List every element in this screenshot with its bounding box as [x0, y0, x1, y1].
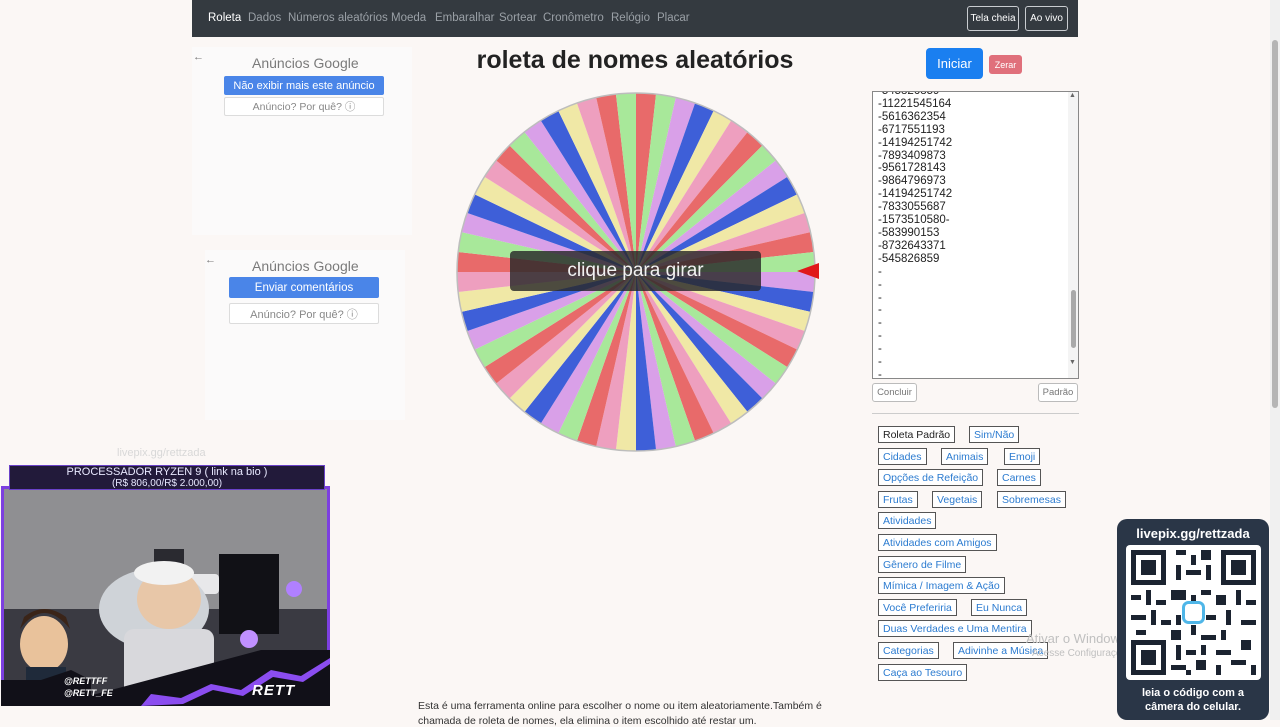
preset-mimica[interactable]: Mímica / Imagem & Ação	[878, 577, 1005, 594]
nav-relogio[interactable]: Relógio	[611, 12, 650, 24]
scroll-down-icon[interactable]: ▼	[1069, 359, 1076, 366]
nav-placar[interactable]: Placar	[657, 12, 690, 24]
qr-code-pattern-icon	[1131, 550, 1256, 675]
stream-handle-1: @RETTFF	[64, 676, 108, 686]
ad-panel-2: ← Anúncios Google Enviar comentários Anú…	[205, 250, 405, 420]
wheel-pointer-icon	[797, 263, 819, 279]
qr-code	[1126, 545, 1261, 680]
nav-embaralhar[interactable]: Embaralhar	[435, 12, 494, 24]
start-button[interactable]: Iniciar	[926, 48, 983, 79]
why-ad-button[interactable]: Anúncio? Por quê? ⓘ	[229, 303, 379, 324]
qr-url: livepix.gg/rettzada	[1136, 526, 1250, 541]
preset-duas-verdades[interactable]: Duas Verdades e Uma Mentira	[878, 620, 1032, 637]
nav-dados[interactable]: Dados	[248, 12, 281, 24]
preset-emoji[interactable]: Emoji	[1004, 448, 1041, 465]
spin-button[interactable]: clique para girar	[510, 251, 761, 291]
preset-sobremesas[interactable]: Sobremesas	[997, 491, 1066, 508]
preset-opcoes-de-refeicao[interactable]: Opções de Refeição	[878, 469, 984, 486]
preset-voce-preferiria[interactable]: Você Preferiria	[878, 599, 957, 616]
send-feedback-button[interactable]: Enviar comentários	[229, 277, 379, 298]
textarea-scrollbar[interactable]: ▲ ▼	[1068, 92, 1078, 378]
stream-banner-line1: PROCESSADOR RYZEN 9 ( link na bio )	[66, 466, 268, 478]
names-textarea[interactable]: -545826859 -11221545164 -5616362354 -671…	[872, 91, 1079, 379]
qr-caption-line2: câmera do celular.	[1145, 701, 1241, 713]
description-line2: chamada de roleta de nomes, ela elimina …	[418, 715, 757, 727]
fullscreen-button[interactable]: Tela cheia	[967, 6, 1019, 31]
description-line1: Esta é uma ferramenta online para escolh…	[418, 700, 822, 712]
preset-vegetais[interactable]: Vegetais	[932, 491, 983, 508]
textarea-scroll-thumb[interactable]	[1071, 290, 1076, 348]
preset-caca-ao-tesouro[interactable]: Caça ao Tesouro	[878, 664, 968, 681]
preset-genero-de-filme[interactable]: Gênero de Filme	[878, 556, 967, 573]
preset-frutas[interactable]: Frutas	[878, 491, 918, 508]
page-scroll-thumb[interactable]	[1272, 40, 1278, 408]
windows-activation-title: Ativar o Windows	[1026, 631, 1127, 646]
preset-cidades[interactable]: Cidades	[878, 448, 927, 465]
hide-ad-button[interactable]: Não exibir mais este anúncio	[224, 76, 384, 95]
nav-roleta[interactable]: Roleta	[208, 12, 241, 24]
back-arrow-icon[interactable]: ←	[205, 254, 216, 266]
preset-roleta-padrao[interactable]: Roleta Padrão	[878, 426, 956, 443]
back-arrow-icon[interactable]: ←	[193, 51, 204, 63]
stream-banner-line2: (R$ 806,00/R$ 2.000,00)	[111, 478, 223, 489]
stream-url: livepix.gg/rettzada	[117, 447, 206, 459]
reset-button[interactable]: Zerar	[989, 55, 1022, 74]
names-list-text: -545826859 -11221545164 -5616362354 -671…	[878, 91, 953, 379]
nav-moeda[interactable]: Moeda	[391, 12, 426, 24]
preset-sim-nao[interactable]: Sim/Não	[969, 426, 1020, 443]
stream-logo: RETT	[252, 682, 296, 699]
preset-animais[interactable]: Animais	[941, 448, 989, 465]
nav-numeros-aleatorios[interactable]: Números aleatórios	[288, 12, 388, 24]
preset-carnes[interactable]: Carnes	[997, 469, 1041, 486]
preset-categorias[interactable]: Categorias	[878, 642, 939, 659]
page-title: roleta de nomes aleatórios	[476, 46, 794, 74]
preset-eu-nunca[interactable]: Eu Nunca	[971, 599, 1028, 616]
ad-panel-1: ← Anúncios Google Não exibir mais este a…	[192, 47, 412, 235]
top-navbar: Roleta Dados Números aleatórios Moeda Em…	[192, 0, 1078, 37]
live-button[interactable]: Ao vivo	[1025, 6, 1068, 31]
qr-caption-line1: leia o código com a	[1141, 687, 1245, 699]
ad-title: Anúncios Google	[252, 55, 359, 71]
stream-handle-2: @RETT_FE	[64, 688, 113, 698]
conclude-button[interactable]: Concluir	[872, 383, 917, 402]
divider	[872, 413, 1079, 414]
preset-atividades-com-amigos[interactable]: Atividades com Amigos	[878, 534, 997, 551]
why-ad-button[interactable]: Anúncio? Por quê? ⓘ	[224, 97, 384, 116]
default-button[interactable]: Padrão	[1038, 383, 1078, 402]
nav-cronometro[interactable]: Cronômetro	[543, 12, 604, 24]
nav-sortear[interactable]: Sortear	[499, 12, 537, 24]
scroll-up-icon[interactable]: ▲	[1069, 92, 1076, 99]
preset-atividades[interactable]: Atividades	[878, 512, 937, 529]
ad-title: Anúncios Google	[252, 258, 359, 274]
